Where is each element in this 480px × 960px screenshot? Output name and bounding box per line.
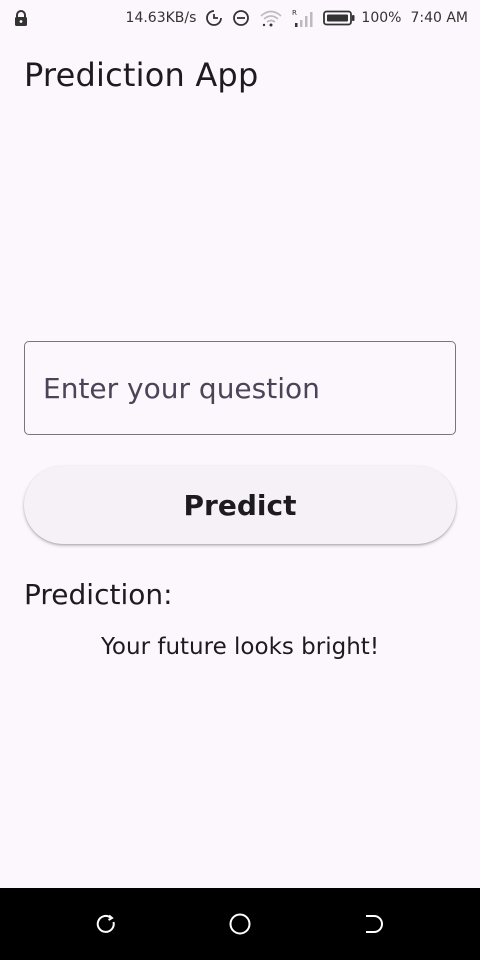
prediction-result: Your future looks bright! (100, 634, 380, 660)
recents-icon[interactable] (94, 912, 118, 936)
battery-percent: 100% (361, 10, 402, 26)
prediction-label: Prediction: (24, 578, 173, 611)
network-speed: 14.63KB/s (125, 10, 197, 26)
svg-text:R: R (292, 9, 297, 17)
battery-icon (323, 10, 355, 26)
status-bar: 14.63KB/s R 100% 7:40 AM (0, 0, 480, 36)
status-icons: 14.63KB/s R 100% 7:40 AM (126, 0, 468, 36)
question-field[interactable] (24, 341, 456, 435)
question-input[interactable] (25, 342, 455, 434)
navigation-bar (0, 888, 480, 960)
predict-button[interactable]: Predict (24, 466, 456, 544)
do-not-disturb-icon (232, 9, 250, 27)
battery-indicator: 100% (323, 10, 401, 26)
app-screen: 14.63KB/s R 100% 7:40 AM Prediction App … (0, 0, 480, 960)
wifi-icon (259, 8, 283, 28)
back-icon[interactable] (362, 912, 386, 936)
signal-icon: R (292, 8, 314, 28)
lock-icon (12, 9, 30, 27)
data-saver-icon (205, 9, 223, 27)
page-title: Prediction App (24, 56, 259, 94)
clock: 7:40 AM (410, 10, 468, 26)
home-icon[interactable] (228, 912, 252, 936)
